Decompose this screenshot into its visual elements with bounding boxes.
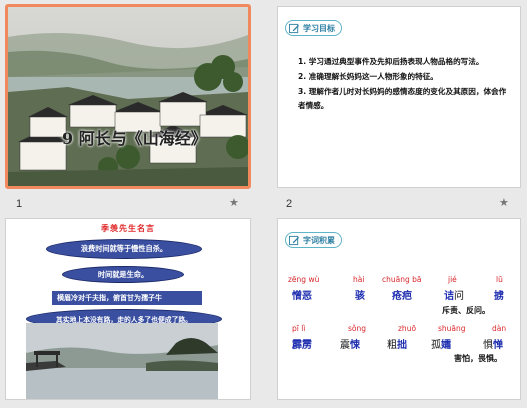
- vocab-word: 诘问: [444, 287, 464, 302]
- vocab-word: 震悚: [340, 336, 360, 351]
- animation-star-icon[interactable]: ★: [499, 196, 509, 209]
- animation-star-icon[interactable]: ★: [229, 196, 239, 209]
- pinyin: sǒng: [348, 324, 367, 333]
- badge-label: 学习目标: [303, 23, 335, 33]
- quote-ellipse: 浪费时间就等于慢性自杀。: [46, 239, 202, 259]
- badge-label: 字词积累: [303, 235, 335, 245]
- vocab-word: 疮疤: [392, 291, 412, 302]
- vocab-char: 问: [454, 291, 464, 302]
- edit-icon: [289, 235, 300, 245]
- vocabulary-badge: 字词积累: [285, 232, 342, 248]
- vocab-word: 憎恶: [292, 291, 312, 302]
- goal-item: 1. 学习通过典型事件及先抑后扬表现人物品格的写法。: [298, 57, 484, 66]
- pinyin: jié: [448, 275, 457, 284]
- pinyin: hài: [353, 275, 365, 284]
- vocab-char: 惧: [483, 340, 493, 351]
- quote-box: 横眉冷对千夫指，俯首甘为孺子牛: [52, 291, 202, 305]
- quote-ellipse: 时间就是生命。: [62, 266, 184, 283]
- pinyin: dàn: [492, 324, 507, 333]
- vocab-word: 粗拙: [387, 336, 407, 351]
- vocab-word: 掳: [494, 291, 504, 302]
- vocab-word: 惧惮: [483, 336, 503, 351]
- pinyin: lū: [496, 275, 503, 284]
- vocab-char: 拙: [397, 340, 407, 351]
- quotes-title: 季羡先生名言: [101, 223, 155, 233]
- pinyin: zēng wù: [288, 275, 320, 284]
- goal-item: 2. 准确理解长妈妈这一人物形象的特征。: [298, 72, 438, 81]
- pinyin: pī lì: [292, 324, 306, 333]
- vocab-char: 诘: [444, 291, 454, 302]
- village-painting: [8, 7, 248, 186]
- slide-number-2: 2: [286, 198, 293, 210]
- slide-thumbnail-1[interactable]: 9 阿长与《山海经》: [5, 4, 251, 189]
- lakeside-photo: [26, 323, 218, 399]
- slide-number-1: 1: [16, 198, 23, 210]
- vocab-char: 粗: [387, 340, 397, 351]
- vocab-char: 孀: [441, 340, 451, 351]
- vocab-word: 霹雳: [292, 340, 312, 351]
- vocab-char: 惮: [493, 340, 503, 351]
- word-meaning: 斥责、反问。: [442, 306, 490, 315]
- slide-thumbnail-4[interactable]: 字词积累 zēng wù 憎恶 hài 骇 chuāng bā 疮疤 jié 诘…: [277, 218, 521, 400]
- word-meaning: 害怕，畏惧。: [454, 354, 502, 363]
- vocab-char: 孤: [431, 340, 441, 351]
- pinyin: zhuō: [398, 324, 417, 333]
- pinyin: chuāng bā: [382, 275, 422, 284]
- pinyin: shuāng: [438, 324, 466, 333]
- edit-icon: [289, 23, 300, 33]
- slide-thumbnail-2[interactable]: 学习目标 1. 学习通过典型事件及先抑后扬表现人物品格的写法。 2. 准确理解长…: [277, 6, 521, 188]
- learning-goals-badge: 学习目标: [285, 20, 342, 36]
- vocab-char: 悚: [350, 340, 360, 351]
- goal-item: 3. 理解作者儿时对长妈妈的感情态度的变化及其原因，体会作者情感。: [298, 87, 507, 110]
- vocab-word: 骇: [355, 291, 365, 302]
- vocab-word: 孤孀: [431, 336, 451, 351]
- goals-list: 1. 学习通过典型事件及先抑后扬表现人物品格的写法。 2. 准确理解长妈妈这一人…: [298, 55, 510, 114]
- vocab-char: 震: [340, 340, 350, 351]
- slide-thumbnail-3[interactable]: 季羡先生名言 浪费时间就等于慢性自杀。 时间就是生命。 横眉冷对千夫指，俯首甘为…: [5, 218, 251, 400]
- slide-title: 9 阿长与《山海经》: [62, 129, 207, 148]
